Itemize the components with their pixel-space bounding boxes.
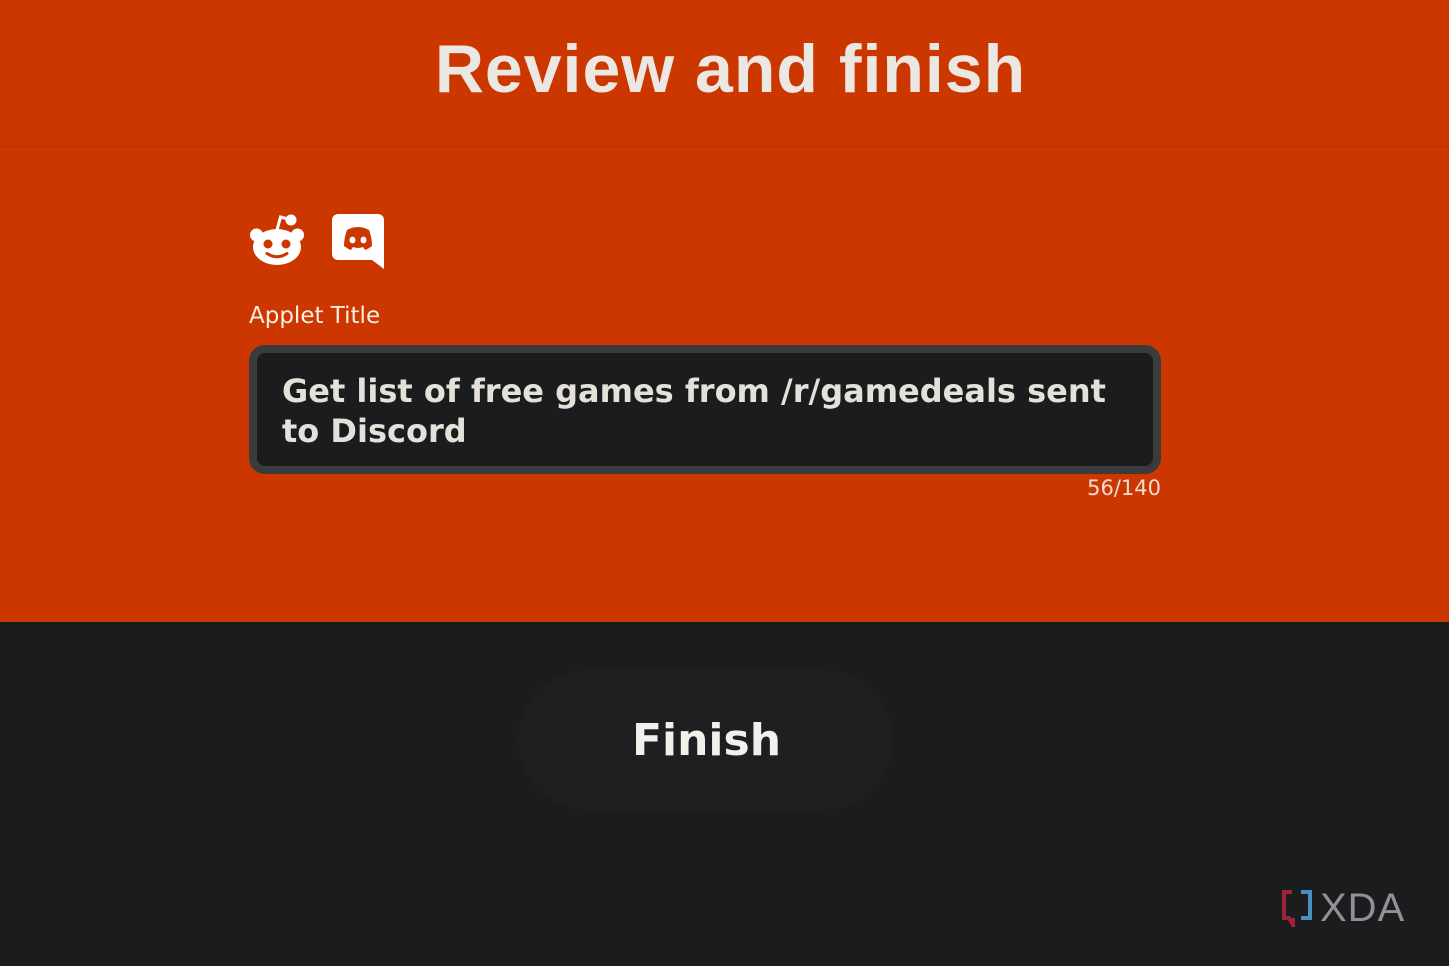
review-panel: Review and finish Applet Title Get list … <box>0 0 1449 622</box>
finish-button-label: Finish <box>631 714 782 766</box>
page-title: Review and finish <box>434 31 1027 107</box>
service-icons <box>249 214 384 270</box>
applet-title-value[interactable]: Get list of free games from /r/gamedeals… <box>282 371 1132 451</box>
page-header: Review and finish <box>0 0 1449 147</box>
xda-logo-icon <box>1282 890 1312 927</box>
applet-title-input[interactable]: Get list of free games from /r/gamedeals… <box>249 345 1161 474</box>
review-page: Review and finish Applet Title Get list … <box>0 0 1449 966</box>
finish-button[interactable]: Finish <box>518 670 893 810</box>
action-footer: Finish XDA <box>0 622 1449 966</box>
discord-icon <box>332 214 384 269</box>
reddit-icon <box>250 214 304 265</box>
applet-title-label: Applet Title <box>249 303 381 329</box>
xda-watermark: XDA <box>1280 888 1405 928</box>
watermark-text: XDA <box>1320 886 1406 930</box>
character-counter: 56/140 <box>1087 476 1161 500</box>
